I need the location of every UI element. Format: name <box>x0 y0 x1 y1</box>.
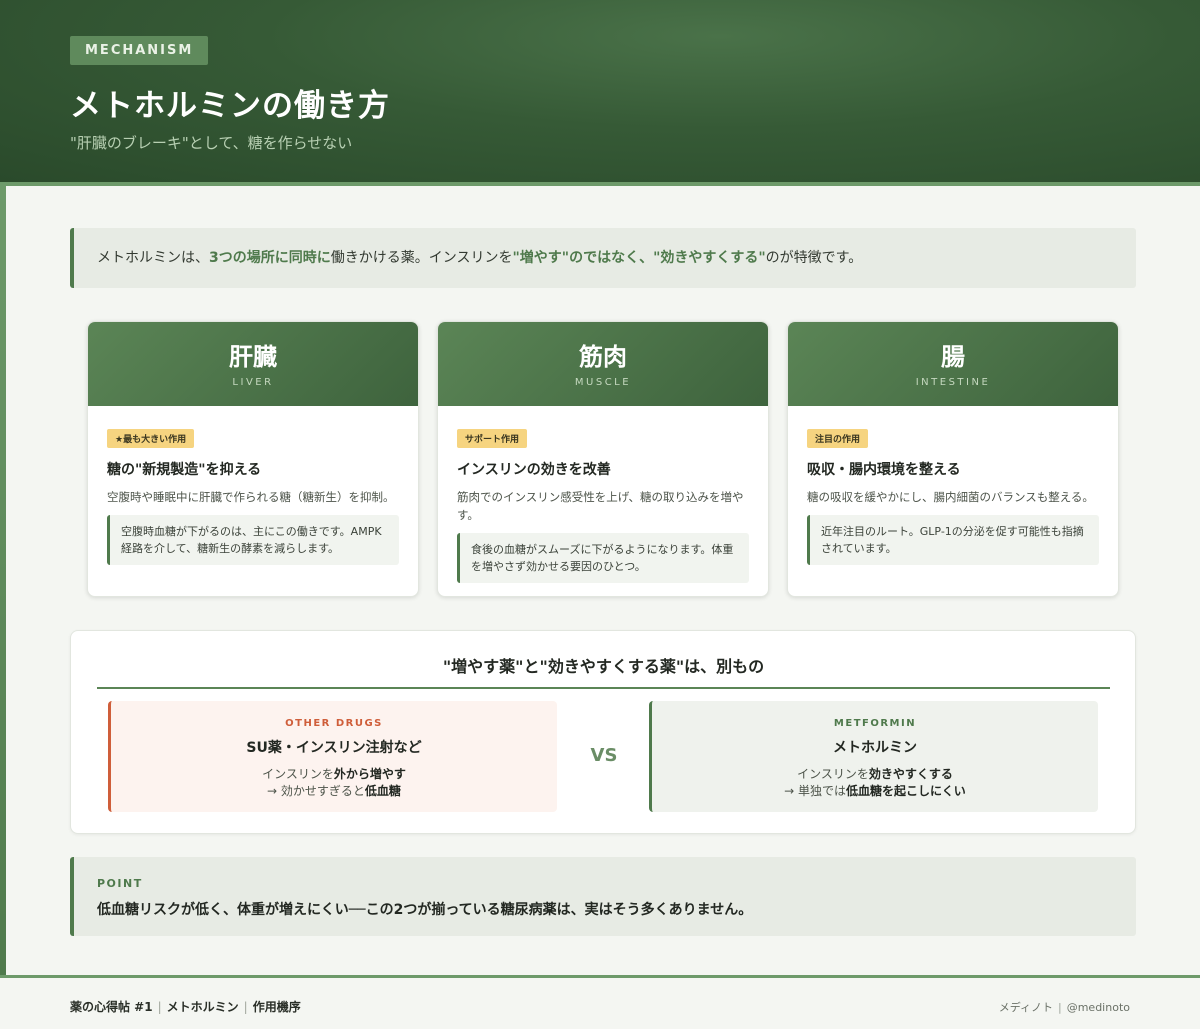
card-description: 空腹時や睡眠中に肝臓で作られる糖（糖新生）を抑制。 <box>107 490 395 504</box>
card-header: 腸 INTESTINE <box>788 322 1118 406</box>
box-line-emphasis: 低血糖 <box>364 784 401 798</box>
box-heading: SU薬・インスリン注射など <box>246 740 422 756</box>
card-description: 糖の吸収を緩やかにし、腸内細菌のバランスも整える。 <box>807 490 1094 504</box>
card-title: 肝臓 <box>229 343 277 371</box>
point-tag: POINT <box>97 877 143 890</box>
box-line-text: インスリンを <box>262 767 334 781</box>
separator: | <box>243 1000 248 1014</box>
intro-text-2: 働きかける薬。インスリンを <box>330 250 513 266</box>
separator: | <box>157 1000 162 1014</box>
brand-handle: @medinoto <box>1066 1001 1130 1014</box>
card-badge: 注目の作用 <box>807 429 869 448</box>
card-liver: 肝臓 LIVER ★最も大きい作用 糖の"新規製造"を抑える 空腹時や睡眠中に肝… <box>87 321 419 597</box>
card-english-label: LIVER <box>232 377 274 388</box>
header: MECHANISM メトホルミンの働き方 "肝臓のブレーキ"として、糖を作らせな… <box>0 0 1200 186</box>
intro-highlight-2: "増やす"のではなく、"効きやすくする" <box>512 250 766 266</box>
card-intestine: 腸 INTESTINE 注目の作用 吸収・腸内環境を整える 糖の吸収を緩やかにし… <box>787 321 1119 597</box>
box-line-text: → 単独では <box>784 784 847 798</box>
card-header: 筋肉 MUSCLE <box>438 322 768 406</box>
box-line-emphasis: 低血糖を起こしにくい <box>846 784 966 798</box>
comparison-title: "増やす薬"と"効きやすくする薬"は、別もの <box>97 653 1110 689</box>
card-heading: 吸収・腸内環境を整える <box>807 462 961 478</box>
card-header: 肝臓 LIVER <box>88 322 418 406</box>
card-note: 近年注目のルート。GLP-1の分泌を促す可能性も指摘されています。 <box>807 515 1099 565</box>
card-note: 空腹時血糖が下がるのは、主にこの働きです。AMPK経路を介して、糖新生の酵素を減… <box>107 515 399 565</box>
box-line-1: インスリンを外から増やす <box>111 766 557 783</box>
box-heading: メトホルミン <box>833 740 917 756</box>
card-english-label: INTESTINE <box>915 377 991 388</box>
box-line-1: インスリンを効きやすくする <box>652 766 1098 783</box>
intro-highlight-1: 3つの場所に同時に <box>209 250 331 266</box>
page-title: メトホルミンの働き方 <box>70 88 390 124</box>
card-title: 腸 <box>941 343 965 371</box>
series-label: 薬の心得帖 #1 <box>70 1000 153 1014</box>
section-eyebrow: MECHANISM <box>70 36 209 65</box>
point-text: 低血糖リスクが低く、体重が増えにくい──この2つが揃っている糖尿病薬は、実はそう… <box>97 902 753 918</box>
drug-label: メトホルミン <box>166 1000 239 1014</box>
card-english-label: MUSCLE <box>574 377 632 388</box>
box-tag: METFORMIN <box>833 718 917 729</box>
intro-callout: メトホルミンは、3つの場所に同時に働きかける薬。インスリンを"増やす"のではなく… <box>70 228 1136 288</box>
box-tag: OTHER DRUGS <box>285 718 383 729</box>
card-muscle: 筋肉 MUSCLE サポート作用 インスリンの効きを改善 筋肉でのインスリン感受… <box>437 321 769 597</box>
footer: 薬の心得帖 #1 | メトホルミン | 作用機序 メディノト | @medinoto <box>0 975 1200 1029</box>
footer-series: 薬の心得帖 #1 | メトホルミン | 作用機序 <box>70 998 301 1015</box>
card-badge: ★最も大きい作用 <box>107 429 195 448</box>
intro-text-1: メトホルミンは、 <box>97 250 209 266</box>
card-badge: サポート作用 <box>457 429 528 448</box>
metformin-box: METFORMIN メトホルミン インスリンを効きやすくする → 単独では低血糖… <box>649 701 1098 812</box>
point-callout: POINT 低血糖リスクが低く、体重が増えにくい──この2つが揃っている糖尿病薬… <box>70 857 1136 936</box>
footer-brand: メディノト | @medinoto <box>999 999 1130 1015</box>
box-line-emphasis: 効きやすくする <box>868 767 953 781</box>
intro-text-3: のが特徴です。 <box>765 250 863 266</box>
side-accent-bar <box>0 186 6 977</box>
box-line-emphasis: 外から増やす <box>333 767 406 781</box>
card-title: 筋肉 <box>579 343 627 371</box>
other-drugs-box: OTHER DRUGS SU薬・インスリン注射など インスリンを外から増やす →… <box>108 701 557 812</box>
card-heading: インスリンの効きを改善 <box>457 462 611 478</box>
page-subtitle: "肝臓のブレーキ"として、糖を作らせない <box>70 134 353 152</box>
box-line-2: → 効かせすぎると低血糖 <box>111 783 557 800</box>
brand-name: メディノト <box>998 1001 1053 1014</box>
box-line-text: → 効かせすぎると <box>267 784 365 798</box>
vs-label: VS <box>590 745 618 766</box>
card-note: 食後の血糖がスムーズに下がるようになります。体重を増やさず効かせる要因のひとつ。 <box>457 533 749 583</box>
card-heading: 糖の"新規製造"を抑える <box>107 462 262 478</box>
box-line-text: インスリンを <box>797 767 869 781</box>
comparison-panel: "増やす薬"と"効きやすくする薬"は、別もの OTHER DRUGS SU薬・イ… <box>70 630 1136 834</box>
separator: | <box>1058 1001 1062 1014</box>
box-line-2: → 単独では低血糖を起こしにくい <box>652 783 1098 800</box>
card-description: 筋肉でのインスリン感受性を上げ、糖の取り込みを増やす。 <box>457 490 744 522</box>
topic-label: 作用機序 <box>252 1000 301 1014</box>
